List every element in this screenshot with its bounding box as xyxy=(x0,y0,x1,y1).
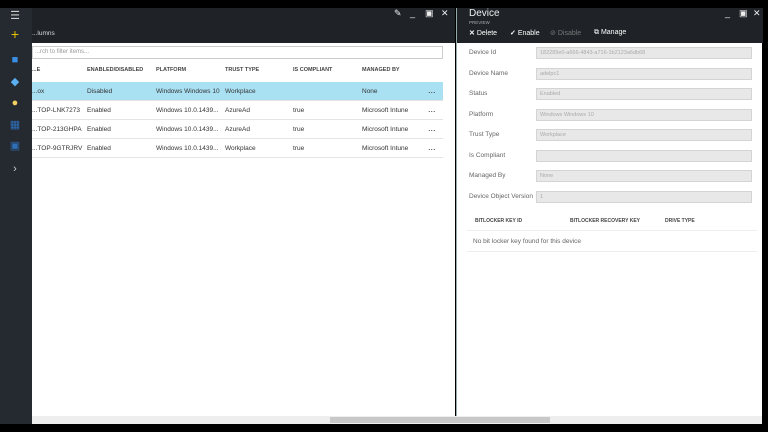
manage-button[interactable]: ⧉ Manage xyxy=(594,29,626,37)
pin-icon[interactable]: ✎ xyxy=(394,8,402,19)
clock-icon[interactable]: ● xyxy=(8,97,22,109)
cell-platform: Windows 10.0.1439... xyxy=(156,126,219,133)
manage-label: Manage xyxy=(600,29,627,36)
field-value[interactable]: Enabled xyxy=(536,88,752,100)
maximize-icon[interactable]: ▣ xyxy=(425,8,434,19)
delete-icon: ✕ xyxy=(469,30,475,37)
cell-enabled: Enabled xyxy=(87,126,111,133)
close-icon[interactable]: ✕ xyxy=(753,8,761,19)
cell-enabled: Disabled xyxy=(87,88,113,95)
grid-icon[interactable]: ▦ xyxy=(8,119,22,131)
monitor-icon[interactable]: ▣ xyxy=(8,140,22,152)
filter-search-input[interactable]: ...rch to filter items... xyxy=(32,46,443,59)
device-blade-header: Device PREVIEW _ ▣ ✕ ✕ Delete ✓ Enable ⊘… xyxy=(457,8,763,43)
cell-trust: AzureAd xyxy=(225,107,250,114)
cell-trust: Workplace xyxy=(225,145,256,152)
field-label: Device Name xyxy=(469,69,509,77)
table-row[interactable]: ...TOP-213GHPA Enabled Windows 10.0.1439..… xyxy=(32,120,443,139)
column-header-managed-by[interactable]: MANAGED BY xyxy=(362,67,400,73)
cell-platform: Windows 10.0.1439... xyxy=(156,107,219,114)
minimize-icon[interactable]: _ xyxy=(725,8,730,18)
cell-compliant: true xyxy=(293,107,305,114)
bitlocker-empty-message: No bit locker key found for this device xyxy=(467,230,757,252)
field-label: Managed By xyxy=(469,172,506,179)
cell-enabled: Enabled xyxy=(87,107,111,114)
check-icon: ✓ xyxy=(510,30,516,37)
scrollbar-thumb[interactable] xyxy=(330,417,550,423)
cell-trust: Workplace xyxy=(225,88,256,95)
expand-icon[interactable]: › xyxy=(8,163,22,175)
blade-header: ...lumns ✎ _ ▣ ✕ xyxy=(32,8,455,43)
cell-name: ...ox xyxy=(32,88,45,95)
cell-compliant: true xyxy=(293,145,305,152)
field-label: Device Object Version xyxy=(469,192,533,200)
preview-label: PREVIEW xyxy=(469,20,490,25)
cell-platform: Windows Windows 10 xyxy=(156,88,220,95)
resources-icon[interactable]: ◆ xyxy=(8,76,22,88)
cell-managed: Microsoft Intune xyxy=(362,126,409,133)
more-actions-icon[interactable]: ... xyxy=(428,85,436,95)
device-blade: Device PREVIEW _ ▣ ✕ ✕ Delete ✓ Enable ⊘… xyxy=(456,8,763,416)
table-row[interactable]: ...ox Disabled Windows Windows 10 Workplace… xyxy=(32,82,443,101)
enable-label: Enable xyxy=(517,30,540,37)
enable-button[interactable]: ✓ Enable xyxy=(510,29,540,37)
field-label: Trust Type xyxy=(469,131,500,138)
cell-name: ...TOP-LNK7273 xyxy=(32,107,80,114)
cell-enabled: Enabled xyxy=(87,145,111,152)
more-actions-icon[interactable]: ... xyxy=(428,142,436,152)
minimize-icon[interactable]: _ xyxy=(410,8,415,18)
sidebar: ☰ + ■ ◆ ● ▦ ▣ › xyxy=(0,8,32,424)
cell-platform: Windows 10.0.1439... xyxy=(156,145,219,152)
field-value[interactable]: Windows Windows 10 xyxy=(536,108,752,121)
delete-button[interactable]: ✕ Delete xyxy=(469,29,497,37)
cell-trust: AzureAd xyxy=(225,126,250,133)
maximize-icon[interactable]: ▣ xyxy=(739,8,748,19)
field-value[interactable]: adelpc1 xyxy=(536,67,752,80)
field-label: Is Compliant xyxy=(469,151,506,159)
column-header-name[interactable]: ...E xyxy=(32,67,40,73)
field-label: Platform xyxy=(469,110,494,118)
horizontal-scrollbar[interactable] xyxy=(32,416,762,424)
cell-compliant: true xyxy=(293,126,305,133)
field-label: Device Id xyxy=(469,49,497,56)
field-value[interactable]: 1 xyxy=(536,190,752,203)
column-header-compliant[interactable]: IS COMPLIANT xyxy=(293,67,332,73)
disable-icon: ⊘ xyxy=(550,30,556,37)
more-actions-icon[interactable]: ... xyxy=(428,123,436,133)
delete-label: Delete xyxy=(476,30,498,37)
column-header-platform[interactable]: PLATFORM xyxy=(156,67,186,73)
bitlocker-recovery-key-header: BITLOCKER RECOVERY KEY xyxy=(570,218,641,224)
column-header-enabled[interactable]: ENABLED/DISABLED xyxy=(87,67,143,73)
field-value[interactable]: 182289e0-a666-4843-a716-1b2123a6db68 xyxy=(536,47,752,59)
disable-label: Disable xyxy=(557,30,582,37)
field-value[interactable] xyxy=(536,149,752,162)
dashboard-icon[interactable]: ■ xyxy=(8,54,22,66)
cell-name: ...TOP-213GHPA xyxy=(32,126,82,133)
cell-managed: None xyxy=(362,88,378,95)
field-label: Status xyxy=(469,90,488,97)
table-row[interactable]: ...TOP-LNK7273 Enabled Windows 10.0.1439..… xyxy=(32,101,443,120)
drive-type-header: DRIVE TYPE xyxy=(665,218,695,224)
device-title: Device xyxy=(469,8,500,19)
cell-managed: Microsoft Intune xyxy=(362,107,409,114)
manage-icon: ⧉ xyxy=(594,29,599,36)
devices-blade: ...lumns ✎ _ ▣ ✕ ...rch to filter items.… xyxy=(32,8,455,416)
field-value[interactable]: None xyxy=(536,170,752,182)
cell-managed: Microsoft Intune xyxy=(362,145,409,152)
field-value[interactable]: Workplace xyxy=(536,129,752,141)
more-actions-icon[interactable]: ... xyxy=(428,104,436,114)
bitlocker-key-id-header: BITLOCKER KEY ID xyxy=(475,218,523,224)
blade-title: ...lumns xyxy=(32,30,55,37)
menu-icon[interactable]: ☰ xyxy=(8,10,22,22)
cell-name: ...TOP-9GTRJRV xyxy=(32,145,83,152)
disable-button[interactable]: ⊘ Disable xyxy=(550,29,581,37)
close-icon[interactable]: ✕ xyxy=(441,8,449,19)
table-row[interactable]: ...TOP-9GTRJRV Enabled Windows 10.0.1439..… xyxy=(32,139,443,158)
column-header-trust-type[interactable]: TRUST TYPE xyxy=(225,67,259,73)
new-icon[interactable]: + xyxy=(8,27,22,41)
